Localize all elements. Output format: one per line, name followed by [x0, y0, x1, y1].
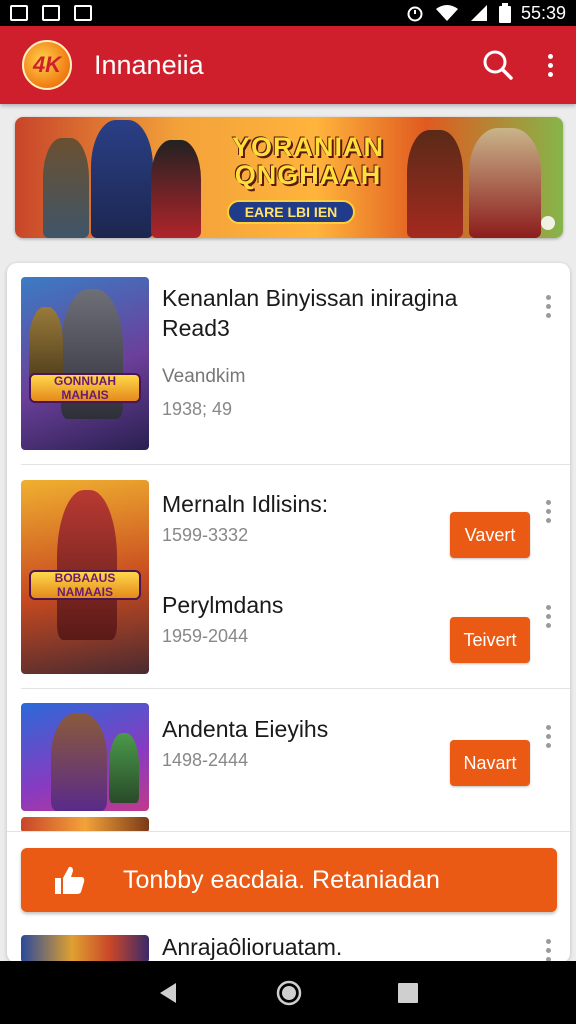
check-notification-icon [42, 5, 60, 21]
app-logo: 4K [22, 40, 72, 90]
item-action-button[interactable]: Navart [450, 740, 530, 786]
banner-title: YORANIAN QNGHAAH [231, 132, 384, 190]
item-meta: 1938; 49 [162, 399, 233, 419]
game-thumbnail[interactable]: BOBAAUS NAMAAIS [21, 480, 149, 674]
alarm-icon [407, 6, 423, 22]
app-title: Innaneiia [94, 49, 204, 80]
banner-hero-right-1 [407, 130, 463, 238]
item-action-button[interactable]: Teivert [450, 617, 530, 663]
signal-icon [470, 5, 487, 21]
system-nav-bar [0, 961, 576, 1024]
game-thumbnail[interactable] [21, 703, 149, 811]
promo-banner[interactable]: YORANIAN QNGHAAH EARE LBI IEN [15, 117, 563, 238]
item-overflow-menu-icon[interactable] [538, 725, 558, 748]
banner-hero-left-2 [91, 120, 153, 238]
item-overflow-menu-icon[interactable] [538, 295, 558, 318]
game-thumbnail[interactable] [21, 935, 149, 963]
back-icon[interactable] [156, 980, 182, 1006]
thumbnail-title: BOBAAUS NAMAAIS [29, 570, 141, 600]
item-title: Mernaln Idlisins: [162, 491, 329, 517]
item-title: Andenta Eieyihs [162, 716, 329, 742]
app-bar: 4K Innaneiia [0, 26, 576, 104]
item-subtitle: Veandkim [162, 366, 246, 387]
item-meta: 1599-3332 [162, 525, 249, 545]
status-time: 55:39 [520, 2, 566, 23]
banner-hero-right-2 [469, 128, 541, 238]
wifi-icon [435, 5, 458, 21]
item-title: Anrajaôlioruatam. [162, 934, 343, 960]
banner-cta-button[interactable]: EARE LBI IEN [227, 200, 355, 224]
search-icon[interactable] [482, 49, 514, 81]
screen: 55:39 4K Innaneiia YORANIAN QNGHAAH EARE… [0, 0, 576, 1024]
thumbs-up-icon [55, 866, 85, 894]
banner-hero-left-3 [151, 140, 201, 238]
item-overflow-menu-icon[interactable] [538, 939, 558, 962]
item-overflow-menu-icon[interactable] [538, 605, 558, 628]
item-action-button[interactable]: Vavert [450, 512, 530, 558]
banner-settings-icon[interactable] [541, 216, 555, 230]
battery-icon [498, 3, 511, 23]
main-action-label: Tonbby eacdaia. Retaniadan [123, 865, 440, 894]
game-thumbnail[interactable]: GONNUAH MAHAIS [21, 277, 149, 450]
status-bar: 55:39 [0, 0, 576, 26]
home-icon[interactable] [275, 979, 303, 1007]
thumbnail-title: GONNUAH MAHAIS [29, 373, 141, 403]
item-overflow-menu-icon[interactable] [538, 500, 558, 523]
item-meta: 1959-2044 [162, 626, 249, 646]
main-action-button[interactable]: Tonbby eacdaia. Retaniadan [21, 848, 557, 912]
item-title: Perylmdans [162, 592, 284, 618]
item-title: Kenanlan Binyissan iniragina Read3 [162, 285, 458, 341]
divider [21, 688, 570, 689]
overflow-menu-icon[interactable] [540, 53, 560, 77]
gallery-notification-icon [10, 5, 28, 21]
item-meta: 1498-2444 [162, 750, 249, 770]
image-notification-icon [74, 5, 92, 21]
divider [21, 464, 570, 465]
recents-icon[interactable] [396, 981, 420, 1005]
banner-hero-left-1 [43, 138, 89, 238]
